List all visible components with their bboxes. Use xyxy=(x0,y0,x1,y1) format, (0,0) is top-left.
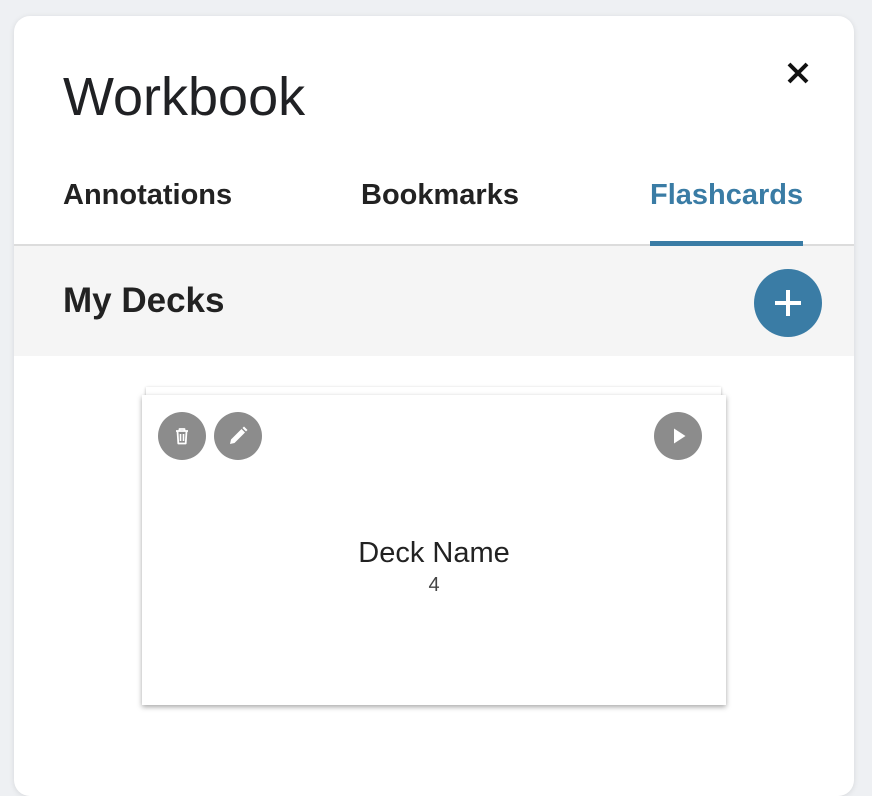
tab-label: Annotations xyxy=(63,179,233,211)
tab-bookmarks[interactable]: Bookmarks xyxy=(361,176,519,244)
section-title: My Decks xyxy=(63,281,225,320)
workbook-panel: Workbook Annotations Bookmarks Flashcard… xyxy=(14,16,854,796)
tab-flashcards[interactable]: Flashcards xyxy=(650,176,804,246)
panel-title: Workbook xyxy=(63,67,306,127)
pencil-icon xyxy=(230,426,248,444)
delete-deck-button[interactable] xyxy=(158,412,206,460)
plus-icon xyxy=(775,290,801,316)
edit-deck-button[interactable] xyxy=(214,412,262,460)
play-deck-button[interactable] xyxy=(654,412,702,460)
deck-card[interactable]: Deck Name 4 xyxy=(142,395,726,705)
tab-bar: Annotations Bookmarks Flashcards xyxy=(14,176,854,246)
trash-icon xyxy=(176,428,188,445)
deck-name: Deck Name xyxy=(358,537,510,569)
tab-annotations[interactable]: Annotations xyxy=(63,176,232,244)
close-button[interactable] xyxy=(780,55,816,91)
play-icon xyxy=(674,428,686,444)
close-icon xyxy=(787,62,809,84)
add-deck-button[interactable] xyxy=(754,269,822,337)
deck-card-count: 4 xyxy=(428,574,440,596)
decks-section-header: My Decks xyxy=(14,246,854,356)
tab-label: Flashcards xyxy=(650,179,804,211)
tab-label: Bookmarks xyxy=(361,179,519,211)
